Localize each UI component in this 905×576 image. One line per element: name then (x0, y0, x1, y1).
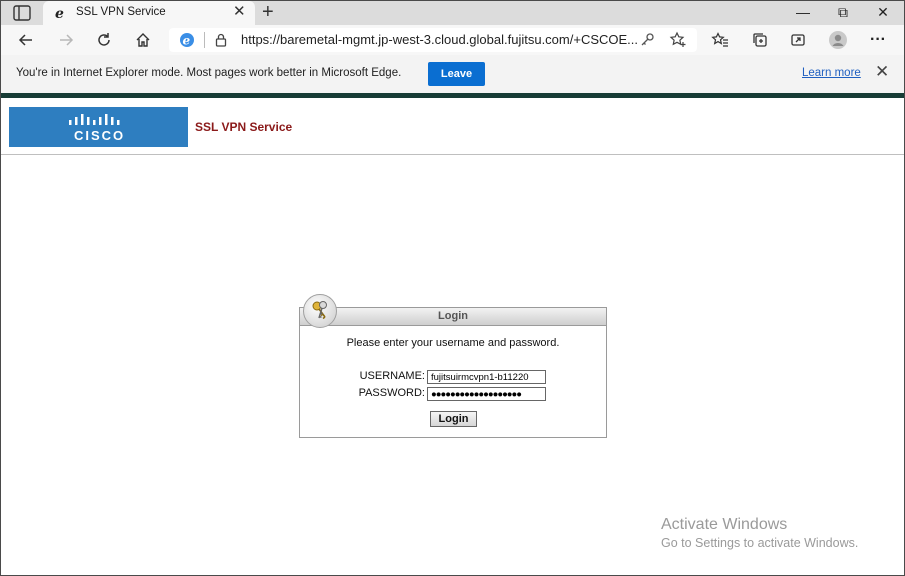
activation-watermark-subtitle: Go to Settings to activate Windows. (661, 536, 859, 550)
ie-icon: e (53, 5, 69, 22)
refresh-icon[interactable] (93, 29, 115, 51)
login-button[interactable]: Login (430, 411, 477, 427)
password-label: PASSWORD: (358, 387, 425, 399)
back-icon[interactable] (15, 29, 37, 51)
activation-watermark-title: Activate Windows (661, 516, 788, 533)
login-panel: Login Please enter your username and pas… (299, 294, 607, 438)
svg-text:e: e (55, 6, 64, 21)
svg-text:e: e (183, 34, 191, 48)
browser-window: e SSL VPN Service ✕ + — ⧉ ✕ e https://ba… (0, 0, 905, 576)
keys-icon (303, 294, 337, 328)
url-text[interactable]: https://baremetal-mgmt.jp-west-3.cloud.g… (241, 32, 638, 47)
address-bar[interactable]: e https://baremetal-mgmt.jp-west-3.cloud… (169, 28, 697, 52)
favorites-icon[interactable] (709, 29, 731, 51)
password-field[interactable] (427, 387, 546, 401)
address-separator (204, 32, 205, 48)
cisco-bars-icon (69, 114, 120, 125)
page-header: CISCO SSL VPN Service (1, 98, 904, 155)
minimize-icon[interactable]: — (793, 3, 813, 21)
ie-mode-bar: You're in Internet Explorer mode. Most p… (1, 55, 904, 93)
tab-bar: e SSL VPN Service ✕ + — ⧉ ✕ (1, 1, 904, 25)
login-instructions: Please enter your username and password. (346, 337, 560, 349)
close-tab-icon[interactable]: ✕ (233, 4, 246, 20)
tab-title: SSL VPN Service (76, 6, 166, 18)
close-window-icon[interactable]: ✕ (873, 3, 893, 21)
lock-icon[interactable] (213, 32, 229, 48)
cisco-logo-text: CISCO (74, 128, 126, 143)
page-title: SSL VPN Service (195, 120, 293, 134)
close-icon[interactable]: ✕ (875, 63, 889, 81)
ie-mode-icon[interactable]: e (179, 32, 195, 48)
username-field[interactable] (427, 370, 546, 384)
ie-mode-message: You're in Internet Explorer mode. Most p… (16, 67, 402, 79)
favorite-add-icon[interactable] (669, 31, 687, 49)
key-icon[interactable] (639, 32, 655, 48)
restore-icon[interactable]: ⧉ (833, 3, 853, 21)
forward-icon[interactable] (55, 29, 77, 51)
login-title: Login (438, 310, 468, 322)
username-label: USERNAME: (359, 370, 425, 382)
profile-icon[interactable] (827, 29, 849, 51)
share-icon[interactable] (787, 29, 809, 51)
navigation-bar: e https://baremetal-mgmt.jp-west-3.cloud… (1, 25, 904, 55)
collections-icon[interactable] (749, 29, 771, 51)
home-icon[interactable] (132, 29, 154, 51)
cisco-logo: CISCO (9, 107, 188, 147)
browser-tab[interactable]: e SSL VPN Service ✕ (43, 1, 255, 25)
sidebar-icon[interactable] (13, 5, 31, 21)
learn-more-link[interactable]: Learn more (802, 67, 861, 79)
new-tab-button[interactable]: + (262, 2, 274, 22)
more-icon[interactable]: ··· (867, 29, 889, 51)
login-header: Login (300, 308, 606, 326)
leave-button[interactable]: Leave (428, 62, 485, 86)
